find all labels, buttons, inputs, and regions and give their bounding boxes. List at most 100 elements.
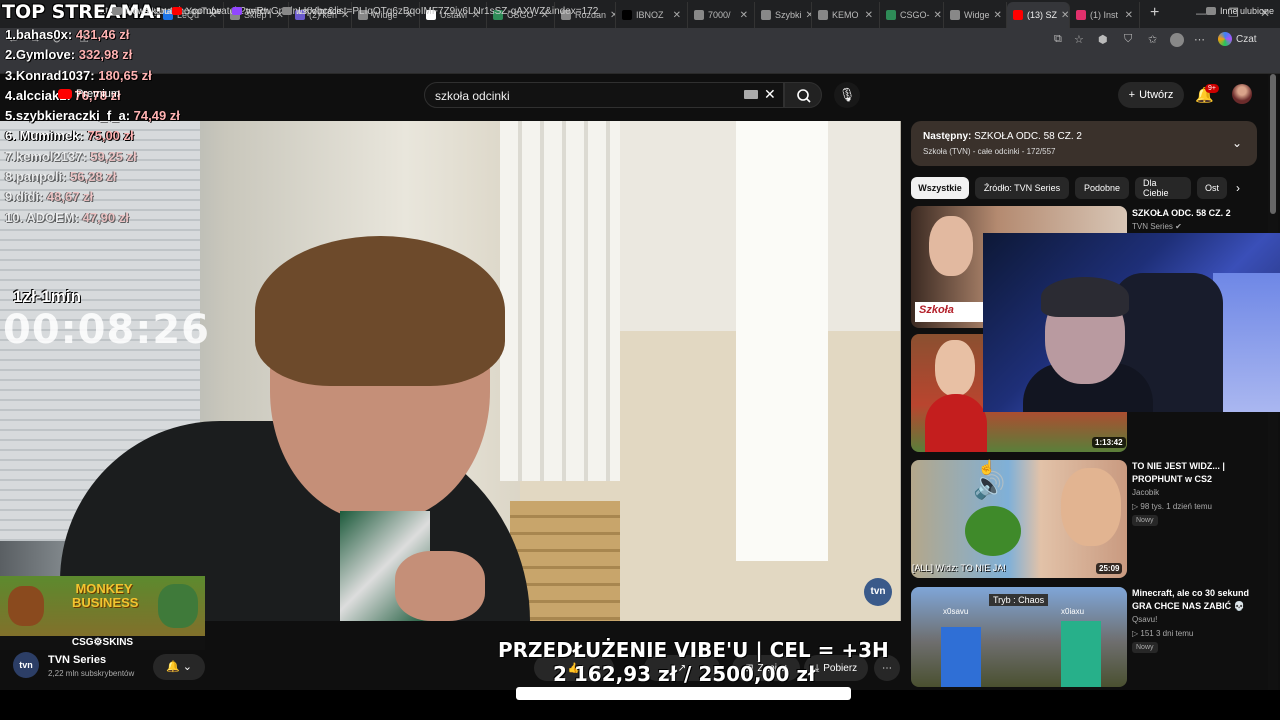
tab-close-icon[interactable]: ✕ (994, 10, 1002, 21)
tab-favicon-icon (818, 10, 828, 20)
up-next-title: Następny: SZKOŁA ODC. 58 CZ. 2 (923, 131, 1082, 142)
sponsor-game-title: MONKEY BUSINESS (72, 581, 139, 610)
tab-close-icon[interactable]: ✕ (865, 10, 873, 21)
new-badge: Nowy (1132, 515, 1158, 526)
search-button[interactable] (784, 82, 822, 108)
subathon-timer: 00:08:26 (3, 307, 210, 353)
bookmark-item[interactable]: Nowa karta (112, 6, 172, 16)
tab-close-icon[interactable]: ✕ (1061, 10, 1069, 21)
search-input[interactable]: szkoła odcinki (424, 82, 784, 108)
shield-icon[interactable]: ⛉ (1124, 33, 1132, 46)
channel-name[interactable]: TVN Series (48, 654, 106, 666)
install-icon[interactable]: ⧉ (1054, 33, 1062, 46)
channel-avatar[interactable]: tvn (13, 652, 39, 678)
video-thumbnail[interactable]: 🔊 [ALL] Widz: TO NIE JA! (911, 460, 1127, 578)
keyboard-icon[interactable] (744, 90, 758, 99)
chip-all[interactable]: Wszystkie (911, 177, 969, 199)
goal-progress-bar (516, 687, 851, 700)
voice-search-button[interactable]: 🎙 (834, 82, 860, 108)
tab-favicon-icon (761, 10, 771, 20)
video-duration: 25:09 (1096, 563, 1123, 574)
thumb-watermelon (965, 506, 1021, 556)
tab-close-icon[interactable]: ✕ (934, 10, 942, 21)
video-scene-hand (395, 551, 485, 621)
browser-tab[interactable]: (13) SZ ✕ (1007, 2, 1070, 28)
menu-dots-icon[interactable]: ⋯ (1194, 33, 1205, 46)
other-bookmarks-label: Inne ulubione (1220, 6, 1275, 16)
browser-tab[interactable]: KEMO ✕ (812, 2, 880, 28)
donation-amount: 431,46 zł (75, 27, 130, 42)
youtube-logo-icon (58, 89, 72, 99)
tab-close-icon[interactable]: ✕ (1125, 10, 1133, 21)
tab-favicon-icon (1076, 10, 1086, 20)
profile-avatar[interactable] (1170, 33, 1184, 47)
browser-tab[interactable]: CSGO- ✕ (880, 2, 944, 28)
browser-tab[interactable]: Widge ✕ (944, 2, 1007, 28)
tab-close-icon[interactable]: ✕ (673, 10, 681, 21)
up-next-label: Następny: (923, 131, 972, 142)
donation-amount: 56,28 zł (70, 169, 117, 185)
thumb-dress (925, 394, 987, 452)
star-icon[interactable]: ☆ (1074, 33, 1084, 46)
browser-tab[interactable]: (1) Inst ✕ (1070, 2, 1140, 28)
more-icon: ⋯ (882, 662, 892, 674)
subscription-bell-button[interactable]: 🔔 ⌄ (153, 654, 205, 680)
goal-title: PRZEDŁUŻENIE VIBE'U | CEL = +3H (498, 638, 889, 662)
donor-name: 2.Gymlove: (5, 47, 76, 63)
scrollbar-thumb[interactable] (1270, 74, 1276, 214)
donation-amount: 48,67 zł (46, 189, 94, 205)
chip-for-you[interactable]: Dla Ciebie (1135, 177, 1191, 199)
video-title[interactable]: SZKOŁA ODC. 58 CZ. 2 (1132, 207, 1257, 220)
video-title[interactable]: Minecraft, ale co 30 sekund GRA CHCE NAS… (1132, 587, 1257, 613)
leaderboard-row: 7.kemol2137: 59,25 zł (5, 149, 180, 169)
chevron-right-icon[interactable]: › (1236, 181, 1240, 195)
browser-tab[interactable]: Szybki✕ (755, 2, 812, 28)
chevron-down-icon[interactable]: ⌄ (1232, 136, 1242, 150)
sponsor-monkey-right (158, 584, 198, 628)
thumb-face (935, 340, 975, 396)
bookmark-icon (282, 7, 292, 15)
up-next-card[interactable] (911, 121, 1257, 166)
donation-amount: 74,49 zł (133, 108, 180, 124)
video-thumbnail[interactable]: Tryb : Chaos x0savu x0iaxu (911, 587, 1127, 687)
tab-favicon-icon (950, 10, 960, 20)
extensions-icon[interactable]: ⬢ (1098, 33, 1108, 46)
chip-recent[interactable]: Ost (1197, 177, 1227, 199)
tab-close-icon[interactable]: ✕ (740, 10, 748, 21)
bookmark-icon (232, 7, 242, 15)
video-scene-window (500, 121, 620, 481)
bookmark-item[interactable]: twitch (232, 6, 269, 16)
other-bookmarks[interactable]: Inne ulubione (1206, 6, 1274, 16)
donor-name: 7.kemol2137: (5, 148, 87, 164)
bookmark-item[interactable]: YouTube (172, 6, 221, 16)
clear-search-icon[interactable]: ✕ (764, 86, 776, 103)
sponsor-monkey-left (8, 586, 44, 626)
leaderboard-row: 1.bahas0x: 431,46 zł (5, 27, 180, 47)
bookmark-item[interactable]: wspolprace (282, 6, 342, 16)
copilot-chat-button[interactable]: Czat (1218, 32, 1257, 46)
leaderboard-row: 3.Konrad1037: 180,65 zł (5, 68, 180, 88)
sponsor-brand: CSG⚙SKINS (0, 636, 205, 650)
bookmarks-bar (0, 52, 1280, 74)
chip-source[interactable]: Źródło: TVN Series (975, 177, 1069, 199)
favorites-icon[interactable]: ✩ (1148, 33, 1157, 46)
youtube-premium-logo[interactable]: Premium (58, 88, 120, 100)
subscriber-count: 2,22 mln subskrybentów (48, 669, 135, 678)
webcam-window (1213, 273, 1280, 412)
download-label: Pobierz (823, 662, 858, 674)
new-tab-icon[interactable]: + (1150, 4, 1159, 22)
video-title[interactable]: TO NIE JEST WIDZ... | PROPHUNT w CS2 (1132, 460, 1257, 486)
leaderboard-row: 9.didi: 48,67 zł (5, 189, 180, 209)
create-button[interactable]: + Utwórz (1118, 82, 1184, 108)
youtube-account-avatar[interactable] (1232, 84, 1252, 104)
tab-label: CSGO- (900, 10, 930, 20)
tab-favicon-icon (886, 10, 896, 20)
address-bar[interactable]: ← → ↻ ⚿ ⧉ ☆ ⬢ ⛉ ✩ (0, 28, 1280, 52)
bookmark-label: twitch (246, 6, 270, 16)
chat-label: Czat (1236, 33, 1257, 45)
up-next-playlist: Szkoła (TVN) - całe odcinki - 172/557 (923, 147, 1056, 156)
szkola-logo: Szkoła (915, 302, 983, 322)
browser-tab[interactable]: 7000/ ✕ (688, 2, 755, 28)
browser-tab[interactable]: IBNOZ ✕ (616, 2, 688, 28)
chip-similar[interactable]: Podobne (1075, 177, 1129, 199)
